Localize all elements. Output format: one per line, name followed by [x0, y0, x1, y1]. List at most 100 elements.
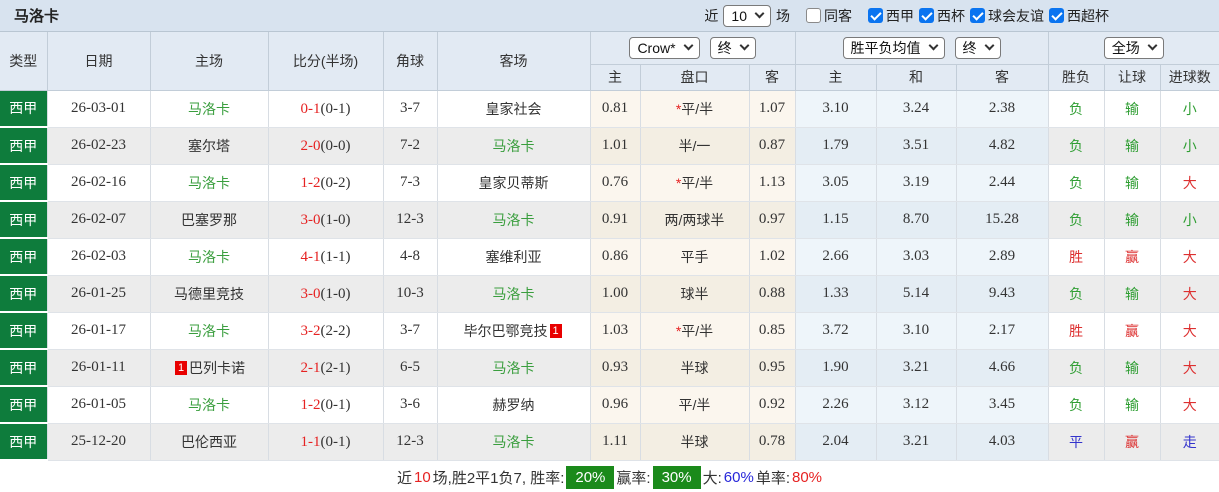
filter-controls: 近 10 场 同客 西甲 西杯 球会友谊 西超杯: [704, 4, 1109, 27]
fulltime-score: 2-0: [300, 137, 321, 154]
home-team-name[interactable]: 马洛卡: [188, 249, 230, 265]
recent-count-select[interactable]: 10: [723, 4, 771, 27]
away-team-name[interactable]: 塞维利亚: [486, 249, 542, 265]
score-cell: 1-1(0-1): [267, 423, 383, 461]
home-team-name[interactable]: 巴伦西亚: [181, 434, 237, 450]
league-cell: 西甲: [0, 275, 47, 313]
table-row: 西甲 26-02-07 巴塞罗那 3-0(1-0) 12-3 马洛卡 0.91 …: [0, 201, 1219, 239]
table-row: 西甲 25-12-20 巴伦西亚 1-1(0-1) 12-3 马洛卡 1.11 …: [0, 423, 1219, 461]
home-team-name[interactable]: 巴列卡诺: [189, 360, 245, 376]
scope-select[interactable]: 全场: [1103, 36, 1164, 59]
home-team-name[interactable]: 马洛卡: [188, 101, 230, 117]
home-team-name[interactable]: 马德里竞技: [174, 286, 244, 302]
goals-result-cell: 小: [1159, 127, 1219, 165]
laliga-checkbox[interactable]: [868, 8, 883, 23]
column-header-avg-draw: 和: [875, 64, 956, 91]
home-team-name[interactable]: 塞尔塔: [188, 138, 230, 154]
handicap-result-cell: 输: [1103, 90, 1160, 128]
home-team-name[interactable]: 马洛卡: [188, 397, 230, 413]
chevron-down-icon: [754, 8, 765, 19]
away-team-name[interactable]: 马洛卡: [493, 360, 535, 376]
away-team-cell: 塞维利亚: [436, 238, 590, 276]
away-team-name[interactable]: 毕尔巴鄂竞技: [464, 323, 548, 339]
avg-draw-cell: 3.12: [875, 386, 956, 424]
column-header-score: 比分(半场): [267, 32, 383, 91]
home-odds-cell: 0.81: [589, 90, 640, 128]
home-team-cell: 马洛卡: [149, 164, 268, 202]
copa-checkbox[interactable]: [919, 8, 934, 23]
avg-home-cell: 2.66: [794, 238, 876, 276]
avg-draw-cell: 3.03: [875, 238, 956, 276]
handicap-value: 平手: [680, 248, 709, 265]
home-team-name[interactable]: 巴塞罗那: [181, 212, 237, 228]
column-header-corner: 角球: [382, 32, 437, 91]
scope-value: 全场: [1111, 39, 1140, 56]
avg-select[interactable]: 胜平负均值: [842, 36, 945, 59]
handicap-value: 半/一: [678, 137, 711, 154]
score-cell: 1-2(0-2): [267, 164, 383, 202]
away-team-cell: 皇家贝蒂斯: [436, 164, 590, 202]
league-cell: 西甲: [0, 238, 47, 276]
away-team-name[interactable]: 马洛卡: [493, 138, 535, 154]
handicap-cell: 半球: [639, 423, 749, 461]
away-team-name[interactable]: 皇家社会: [486, 101, 542, 117]
handicap-cell: *平/半: [639, 164, 749, 202]
home-odds-cell: 0.91: [589, 201, 640, 239]
halftime-score: (0-2): [320, 174, 351, 191]
score-cell: 3-0(1-0): [267, 201, 383, 239]
away-team-name[interactable]: 马洛卡: [493, 286, 535, 302]
home-team-cell: 马洛卡: [149, 386, 268, 424]
away-team-name[interactable]: 赫罗纳: [493, 397, 535, 413]
home-odds-cell: 0.76: [589, 164, 640, 202]
single-rate-value: 80%: [791, 469, 823, 486]
same-away-checkbox[interactable]: [806, 8, 821, 23]
home-team-name[interactable]: 马洛卡: [188, 175, 230, 191]
goals-result-cell: 大: [1159, 164, 1219, 202]
handicap-value: 两/两球半: [664, 211, 725, 228]
handicap-value: 平/半: [681, 100, 714, 117]
bookmaker-state-select[interactable]: 终: [709, 36, 756, 59]
away-team-name[interactable]: 马洛卡: [493, 434, 535, 450]
handicap-result-cell: 赢: [1103, 423, 1160, 461]
score-cell: 3-0(1-0): [267, 275, 383, 313]
table-row: 西甲 26-01-05 马洛卡 1-2(0-1) 3-6 赫罗纳 0.96 平/…: [0, 386, 1219, 424]
fulltime-score: 1-2: [300, 174, 321, 191]
handicap-value: 平/半: [678, 396, 711, 413]
column-header-odds-home: 主: [589, 64, 640, 91]
avg-away-cell: 3.45: [955, 386, 1048, 424]
bookmaker-select[interactable]: Crow*: [629, 36, 700, 59]
home-team-name[interactable]: 马洛卡: [188, 323, 230, 339]
avg-away-cell: 2.44: [955, 164, 1048, 202]
home-odds-cell: 0.93: [589, 349, 640, 387]
filter-laliga: 西甲: [868, 6, 914, 26]
halftime-score: (0-1): [320, 396, 351, 413]
goals-result-cell: 大: [1159, 312, 1219, 350]
handicap-result-cell: 输: [1103, 349, 1160, 387]
avg-state-select[interactable]: 终: [954, 36, 1001, 59]
goals-result-cell: 小: [1159, 90, 1219, 128]
away-team-cell: 赫罗纳: [436, 386, 590, 424]
big-rate-label: 大:: [702, 470, 722, 487]
date-cell: 26-02-07: [46, 201, 150, 239]
league-cell: 西甲: [0, 386, 47, 424]
goals-result-cell: 大: [1159, 386, 1219, 424]
away-team-name[interactable]: 马洛卡: [493, 212, 535, 228]
away-team-name[interactable]: 皇家贝蒂斯: [479, 175, 549, 191]
handicap-result-cell: 输: [1103, 201, 1160, 239]
avg-home-cell: 1.90: [794, 349, 876, 387]
friendly-checkbox[interactable]: [970, 8, 985, 23]
goals-result-cell: 大: [1159, 275, 1219, 313]
avg-draw-cell: 3.10: [875, 312, 956, 350]
single-rate-label: 单率:: [755, 470, 790, 487]
supercup-checkbox[interactable]: [1049, 8, 1064, 23]
corners-cell: 3-6: [382, 386, 437, 424]
league-cell: 西甲: [0, 90, 47, 128]
halftime-score: (1-1): [320, 248, 351, 265]
league-cell: 西甲: [0, 164, 47, 202]
summary-count: 10: [413, 469, 431, 486]
handicap-result-cell: 输: [1103, 164, 1160, 202]
handicap-rate-label: 赢率:: [616, 470, 651, 487]
away-team-cell: 马洛卡: [436, 349, 590, 387]
bookmaker-state-value: 终: [717, 39, 732, 56]
corners-cell: 7-2: [382, 127, 437, 165]
